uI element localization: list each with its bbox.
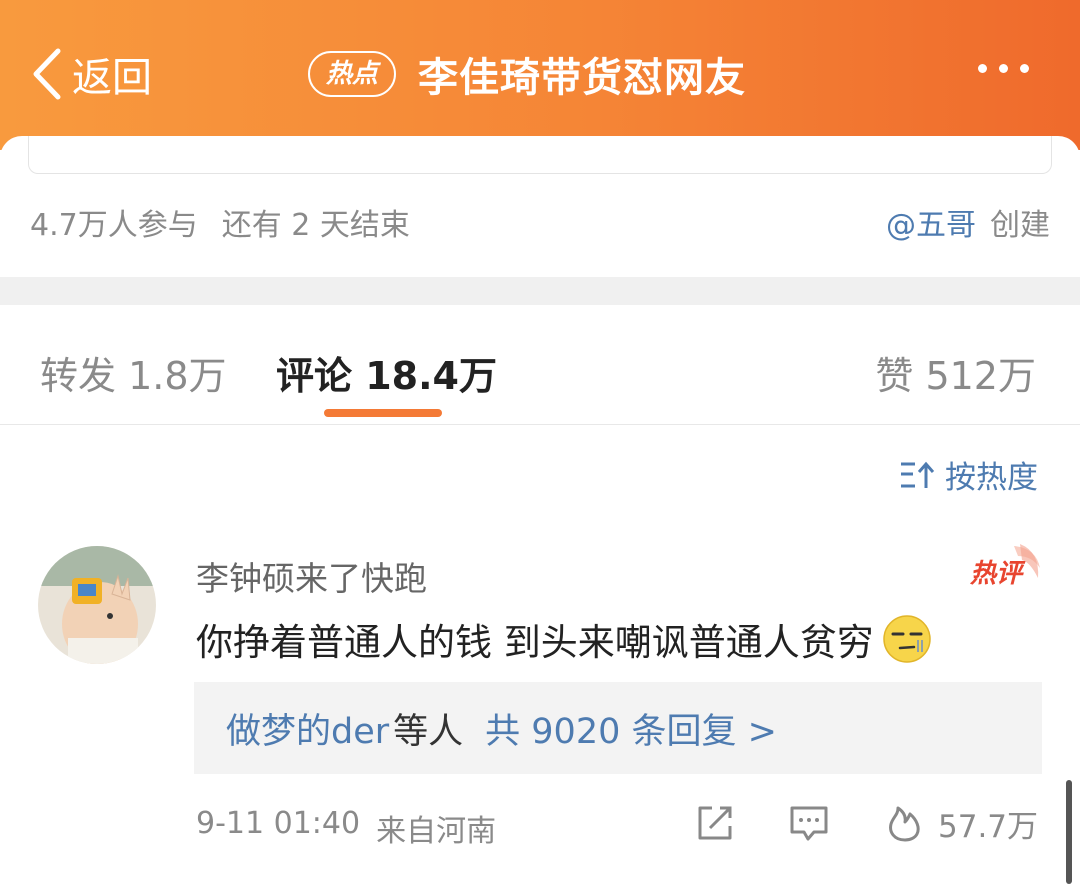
comment-body: 你挣着普通人的钱 到头来嘲讽普通人贫穷 (196, 612, 932, 666)
topic-title-group: 热点 李佳琦带货怼网友 (308, 46, 746, 102)
creator-info: @五哥 创建 (886, 200, 1050, 244)
avatar-photo (38, 546, 156, 664)
topic-info-card: 4.7万人参与 还有 2 天结束 @五哥 创建 (0, 136, 1080, 276)
topic-stats: 4.7万人参与 还有 2 天结束 (30, 200, 410, 244)
more-dots-icon[interactable] (978, 64, 1029, 73)
top-bar: 返回 热点 李佳琦带货怼网友 (0, 0, 1080, 150)
tab-comments[interactable]: 评论 18.4万 (276, 345, 497, 400)
sort-label: 按热度 (945, 460, 1038, 496)
share-button[interactable] (694, 800, 736, 846)
interaction-tabs: 转发 1.8万 评论 18.4万 赞 512万 (0, 305, 1080, 425)
sort-icon (901, 461, 935, 488)
creator-link[interactable]: @五哥 (886, 200, 976, 244)
content-box-edge (28, 136, 1052, 174)
section-divider (0, 277, 1080, 305)
smirk-emoji-icon (882, 614, 932, 664)
active-tab-indicator (324, 409, 442, 417)
comment-icon (790, 806, 828, 841)
participants-count: 4.7万人参与 (30, 208, 198, 243)
flame-like-icon (889, 806, 920, 842)
creator-suffix: 创建 (990, 208, 1050, 243)
avatar[interactable] (38, 546, 156, 664)
hot-badge: 热点 (308, 51, 397, 97)
like-button[interactable]: 57.7万 (884, 800, 1038, 846)
comment-username[interactable]: 李钟硕来了快跑 (196, 552, 427, 600)
time-remaining: 还有 2 天结束 (221, 208, 410, 243)
reply-preview[interactable]: 做梦的der 等人 共 9020 条回复 > (194, 682, 1042, 774)
comment-time: 9-11 01:40 (196, 806, 361, 841)
reply-suffix: 等人 (393, 711, 464, 752)
comment-button[interactable] (788, 800, 830, 846)
chevron-left-icon (33, 48, 61, 100)
hot-comment-tag: 热评 (966, 542, 1042, 592)
back-button[interactable]: 返回 (30, 44, 152, 104)
share-icon (698, 806, 732, 840)
scrollbar[interactable] (1066, 780, 1072, 884)
comment-meta: 9-11 01:40 来自河南 (196, 806, 496, 850)
like-count: 57.7万 (938, 808, 1039, 845)
page-title: 李佳琦带货怼网友 (418, 55, 747, 101)
reply-user[interactable]: 做梦的der (226, 703, 389, 754)
sort-button[interactable]: 按热度 (899, 452, 1038, 497)
hot-tag-label: 热评 (969, 559, 1026, 589)
tab-likes[interactable]: 赞 512万 (875, 345, 1036, 400)
tab-reposts[interactable]: 转发 1.8万 (40, 345, 227, 400)
reply-count-link[interactable]: 共 9020 条回复 > (485, 703, 777, 754)
comment-source: 来自河南 (376, 814, 497, 849)
hot-comment-icon: 热评 (969, 544, 1040, 589)
back-label: 返回 (72, 55, 152, 101)
comment-text: 你挣着普通人的钱 到头来嘲讽普通人贫穷 (196, 621, 874, 664)
